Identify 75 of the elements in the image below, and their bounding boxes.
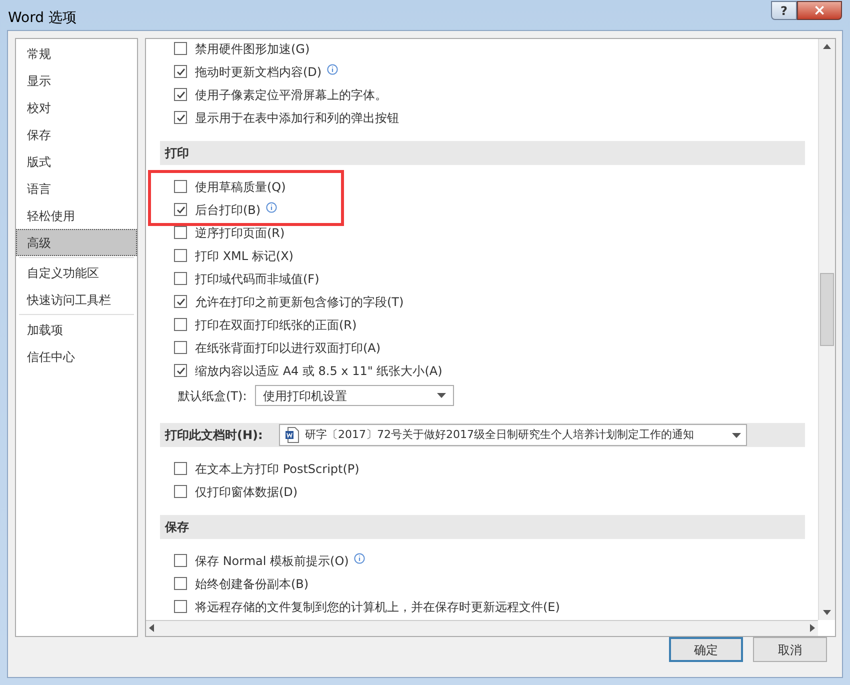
sidebar-item[interactable]: 显示 [16, 67, 137, 94]
caret-icon [732, 432, 741, 438]
sidebar-item[interactable]: 轻松使用 [16, 202, 137, 229]
checkbox[interactable] [174, 272, 187, 285]
checkbox-label: 打印域代码而非域值(F) [195, 270, 320, 288]
checkbox[interactable] [174, 42, 187, 55]
checkbox-label: 缩放内容以适应 A4 或 8.5 x 11" 纸张大小(A) [195, 362, 442, 380]
checkbox-label: 打印在双面打印纸张的正面(R) [195, 316, 357, 334]
checkbox[interactable] [174, 295, 187, 308]
sidebar-item[interactable]: 语言 [16, 175, 137, 202]
field-label: 默认纸盒(T): [178, 388, 247, 404]
checkbox-label: 保存 Normal 模板前提示(O) [195, 552, 349, 570]
check-icon [176, 112, 186, 122]
sidebar-item[interactable]: 信任中心 [16, 343, 137, 370]
sidebar-item[interactable]: 版式 [16, 148, 137, 175]
section-header: 打印 [160, 141, 805, 165]
paper-tray-dropdown[interactable]: 使用打印机设置 [254, 385, 454, 406]
cancel-button[interactable]: 取消 [753, 637, 827, 662]
vertical-scrollbar[interactable] [818, 39, 835, 620]
sidebar-item[interactable]: 自定义功能区 [16, 259, 137, 286]
info-icon [266, 202, 277, 213]
sidebar-item[interactable]: 加载项 [16, 316, 137, 343]
sidebar-item[interactable]: 常规 [16, 40, 137, 67]
scrollbar-thumb[interactable] [820, 273, 834, 346]
scroll-left-icon [148, 624, 156, 633]
checkbox-label: 显示用于在表中添加行和列的弹出按钮 [195, 110, 399, 126]
check-icon [176, 296, 186, 306]
checkbox-label: 禁用硬件图形加速(G) [195, 40, 310, 58]
sidebar-item[interactable]: 校对 [16, 94, 137, 121]
window-title: Word 选项 [8, 9, 76, 28]
document-dropdown[interactable]: 研字〔2017〕72号关于做好2017级全日制研究生个人培养计划制定工作的通知 [279, 424, 747, 446]
checkbox-label: 逆序打印页面(R) [195, 224, 285, 242]
checkbox-label: 拖动时更新文档内容(D) [195, 64, 322, 80]
checkbox-label: 使用草稿质量(Q) [195, 178, 286, 196]
checkbox-label: 将远程存储的文件复制到您的计算机上，并在保存时更新远程文件(E) [195, 598, 560, 616]
sidebar-item[interactable]: 保存 [16, 121, 137, 148]
checkbox[interactable] [174, 180, 187, 193]
sidebar-item[interactable]: 快速访问工具栏 [16, 286, 137, 313]
checkbox-label: 打印 XML 标记(X) [195, 248, 294, 264]
info-icon [326, 64, 338, 75]
checkbox[interactable] [174, 341, 187, 354]
help-button[interactable]: ? [771, 1, 797, 20]
checkbox[interactable] [174, 318, 187, 331]
info-icon [354, 553, 365, 564]
checkbox-label: 在纸张背面打印以进行双面打印(A) [195, 340, 381, 356]
check-icon [176, 90, 186, 100]
sidebar-item[interactable]: 高级 [16, 229, 137, 256]
checkbox[interactable] [174, 554, 187, 567]
checkbox[interactable] [174, 462, 187, 475]
checkbox[interactable] [174, 111, 187, 124]
checkbox-label: 允许在打印之前更新包含修订的字段(T) [195, 294, 404, 310]
checkbox-label: 使用子像素定位平滑屏幕上的字体。 [195, 86, 387, 104]
checkbox[interactable] [174, 88, 187, 101]
check-icon [176, 204, 186, 214]
horizontal-scrollbar[interactable] [146, 620, 818, 636]
checkbox[interactable] [174, 249, 187, 262]
checkbox-label: 在文本上方打印 PostScript(P) [195, 460, 360, 478]
check-icon [176, 366, 186, 376]
section-header: 保存 [160, 515, 805, 539]
checkbox[interactable] [174, 577, 187, 590]
checkbox-label: 后台打印(B) [195, 202, 261, 218]
checkbox[interactable] [174, 364, 187, 377]
checkbox[interactable] [174, 600, 187, 613]
checkbox[interactable] [174, 485, 187, 498]
checkbox[interactable] [174, 65, 187, 78]
checkbox-label: 仅打印窗体数据(D) [195, 484, 298, 500]
caret-icon [436, 393, 446, 398]
check-icon [176, 66, 186, 76]
ok-button[interactable]: 确定 [669, 637, 743, 662]
checkbox[interactable] [174, 226, 187, 239]
document-icon [285, 427, 299, 443]
scroll-right-icon [808, 624, 816, 633]
section-title: 打印此文档时(H): [165, 427, 264, 444]
checkbox[interactable] [174, 203, 187, 216]
checkbox-label: 始终创建备份副本(B) [195, 576, 309, 592]
